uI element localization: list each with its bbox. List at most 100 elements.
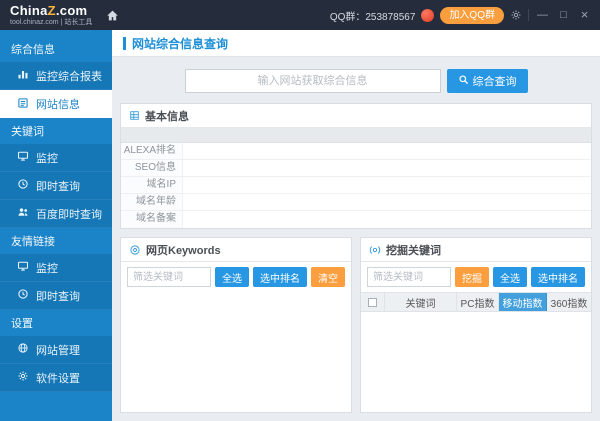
monitor-icon	[17, 260, 29, 275]
table-row: 域名年龄	[121, 194, 591, 211]
sidebar-item-baidu-instant-query[interactable]: 百度即时查询	[0, 200, 112, 228]
sidebar-section-label: 综合信息	[11, 44, 55, 56]
sidebar-item-label: 软件设置	[36, 372, 80, 385]
row-label-age: 域名年龄	[121, 194, 183, 210]
sidebar-section-overview[interactable]: 综合信息	[0, 36, 112, 62]
sidebar-item-label: 即时查询	[36, 290, 80, 303]
keywords-filter-input[interactable]	[127, 267, 211, 287]
table-row: ALEXA排名	[121, 143, 591, 160]
qq-group-label: QQ群：253878567	[329, 11, 416, 23]
page-header: 网站综合信息查询	[112, 30, 600, 57]
clear-button[interactable]: 清空	[311, 267, 345, 287]
titlebar-right: QQ群：253878567 加入QQ群 — □ ×	[330, 0, 592, 30]
sidebar-item-software-settings[interactable]: 软件设置	[0, 364, 112, 392]
monitor-icon	[17, 150, 29, 165]
sidebar-item-label: 即时查询	[36, 180, 80, 193]
titlebar-divider	[528, 9, 529, 21]
table-row: 域名备案	[121, 211, 591, 228]
site-search-input[interactable]	[184, 69, 441, 93]
sidebar-item-link-instant-query[interactable]: 即时查询	[0, 282, 112, 310]
globe-icon	[17, 342, 29, 357]
logo-text: ChinaZ.com	[10, 2, 92, 18]
app-body: 综合信息 监控综合报表 网站信息 关键词 监控 即时查询 百度即时查询 友情链接…	[0, 30, 600, 421]
basic-info-header: 基本信息	[121, 104, 591, 128]
keywords-icon	[129, 244, 141, 256]
sidebar-item-label: 监控	[36, 262, 58, 275]
logo-z: Z	[47, 2, 56, 18]
sidebar-item-label: 监控	[36, 152, 58, 165]
users-icon	[17, 206, 29, 221]
select-all-button[interactable]: 全选	[493, 267, 527, 287]
mine-button[interactable]: 挖掘	[455, 267, 489, 287]
sidebar-section-settings[interactable]: 设置	[0, 310, 112, 336]
sidebar-item-link-monitor[interactable]: 监控	[0, 254, 112, 282]
checkbox-icon[interactable]	[368, 297, 377, 307]
settings-gear-icon[interactable]	[510, 9, 522, 21]
sidebar-section-friend-links[interactable]: 友情链接	[0, 228, 112, 254]
search-button-label: 综合查询	[472, 76, 517, 88]
row-value-seo	[183, 160, 591, 176]
table-row: SEO信息	[121, 160, 591, 177]
sidebar-item-label: 百度即时查询	[36, 208, 102, 221]
keywords-panel: 网页Keywords 全选 选中排名 清空	[120, 237, 352, 413]
mining-filter-input[interactable]	[367, 267, 451, 287]
minimize-button[interactable]: —	[535, 0, 550, 30]
sidebar-item-keyword-instant-query[interactable]: 即时查询	[0, 172, 112, 200]
main-content: 网站综合信息查询 综合查询 基本信息 ALEXA排名 SEO信息 域名IP	[112, 30, 600, 421]
row-label-icp: 域名备案	[121, 211, 183, 228]
logo-subtitle: tool.chinaz.com | 站长工具	[10, 18, 93, 26]
keywords-panel-header: 网页Keywords	[121, 238, 351, 262]
column-header-360-index[interactable]: 360指数	[547, 293, 591, 311]
titlebar: ChinaZ.com tool.chinaz.com | 站长工具 QQ群：25…	[0, 0, 600, 30]
sidebar-item-site-manage[interactable]: 网站管理	[0, 336, 112, 364]
app-window: ChinaZ.com tool.chinaz.com | 站长工具 QQ群：25…	[0, 0, 600, 421]
mining-list-area	[361, 312, 591, 412]
search-row: 综合查询	[112, 69, 600, 93]
sidebar-section-keywords[interactable]: 关键词	[0, 118, 112, 144]
sidebar-item-site-info[interactable]: 网站信息	[0, 90, 112, 118]
mining-panel: 挖掘关键词 挖掘 全选 选中排名 关键词 PC指数 移动指数 360指数	[360, 237, 592, 413]
join-qq-button[interactable]: 加入QQ群	[440, 6, 504, 24]
close-button[interactable]: ×	[577, 0, 592, 30]
bottom-panels: 网页Keywords 全选 选中排名 清空 挖掘关键词	[120, 237, 592, 413]
chart-icon	[17, 68, 29, 83]
basic-info-panel: 基本信息 ALEXA排名 SEO信息 域名IP 域名年龄 域名备案	[120, 103, 592, 229]
column-header-pc-index[interactable]: PC指数	[457, 293, 499, 311]
row-value-alexa	[183, 143, 591, 159]
column-header-keyword[interactable]: 关键词	[385, 293, 457, 311]
sidebar-item-label: 网站信息	[36, 99, 80, 111]
select-all-button[interactable]: 全选	[215, 267, 249, 287]
title-accent-bar	[123, 36, 126, 50]
mining-toolbar: 挖掘 全选 选中排名	[361, 262, 591, 292]
sidebar: 综合信息 监控综合报表 网站信息 关键词 监控 即时查询 百度即时查询 友情链接…	[0, 30, 112, 421]
row-value-age	[183, 194, 591, 210]
maximize-button[interactable]: □	[556, 0, 571, 30]
selected-rank-button[interactable]: 选中排名	[253, 267, 307, 287]
row-label-alexa: ALEXA排名	[121, 143, 183, 159]
sidebar-item-label: 网站管理	[36, 344, 80, 357]
mining-panel-header: 挖掘关键词	[361, 238, 591, 262]
column-header-mobile-index[interactable]: 移动指数	[499, 293, 547, 311]
mining-table-header: 关键词 PC指数 移动指数 360指数	[361, 292, 591, 312]
keywords-toolbar: 全选 选中排名 清空	[121, 262, 351, 292]
home-icon[interactable]	[106, 9, 119, 22]
selected-rank-button[interactable]: 选中排名	[531, 267, 585, 287]
row-label-ip: 域名IP	[121, 177, 183, 193]
basic-info-title: 基本信息	[145, 110, 189, 123]
search-button[interactable]: 综合查询	[446, 69, 528, 93]
keywords-list-area	[121, 292, 351, 412]
clock-icon	[17, 178, 29, 193]
sidebar-item-monitor-report[interactable]: 监控综合报表	[0, 62, 112, 90]
row-value-ip	[183, 177, 591, 193]
table-row: 域名IP	[121, 177, 591, 194]
gear-icon	[17, 370, 29, 385]
select-all-checkbox[interactable]	[361, 293, 385, 311]
sidebar-item-keyword-monitor[interactable]: 监控	[0, 144, 112, 172]
clock-icon	[17, 288, 29, 303]
sidebar-section-label: 友情链接	[11, 236, 55, 248]
logo-com: .com	[55, 2, 88, 18]
mining-icon	[369, 244, 381, 256]
row-label-seo: SEO信息	[121, 160, 183, 176]
qq-icon	[421, 8, 435, 22]
document-icon	[17, 97, 29, 112]
